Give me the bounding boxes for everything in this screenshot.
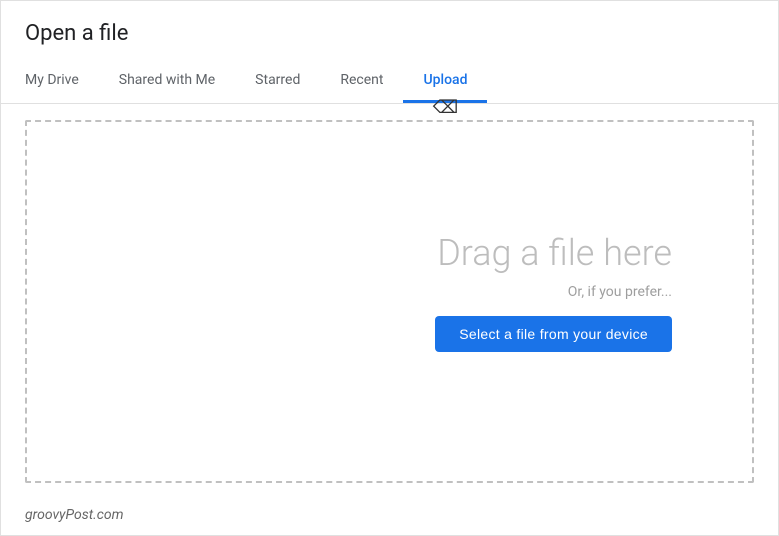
tab-recent[interactable]: Recent (320, 62, 403, 103)
dialog-header: Open a file My Drive Shared with Me Star… (1, 1, 778, 104)
select-file-button[interactable]: Select a file from your device (435, 316, 672, 352)
dialog-title: Open a file (25, 21, 754, 46)
tab-bar: My Drive Shared with Me Starred Recent U… (25, 62, 754, 103)
dialog-body: Drag a file here Or, if you prefer... Se… (1, 104, 778, 499)
dialog-footer: groovyPost.com (1, 499, 778, 535)
drop-zone[interactable]: Drag a file here Or, if you prefer... Se… (25, 120, 754, 483)
tab-shared-with-me[interactable]: Shared with Me (99, 62, 235, 103)
footer-branding: groovyPost.com (25, 507, 124, 523)
or-text: Or, if you prefer... (568, 284, 672, 300)
open-file-dialog: Open a file My Drive Shared with Me Star… (0, 0, 779, 536)
drag-text: Drag a file here (437, 232, 672, 274)
tab-starred[interactable]: Starred (235, 62, 320, 103)
tab-upload[interactable]: Upload ⌫ (403, 62, 487, 103)
tab-my-drive[interactable]: My Drive (25, 62, 99, 103)
